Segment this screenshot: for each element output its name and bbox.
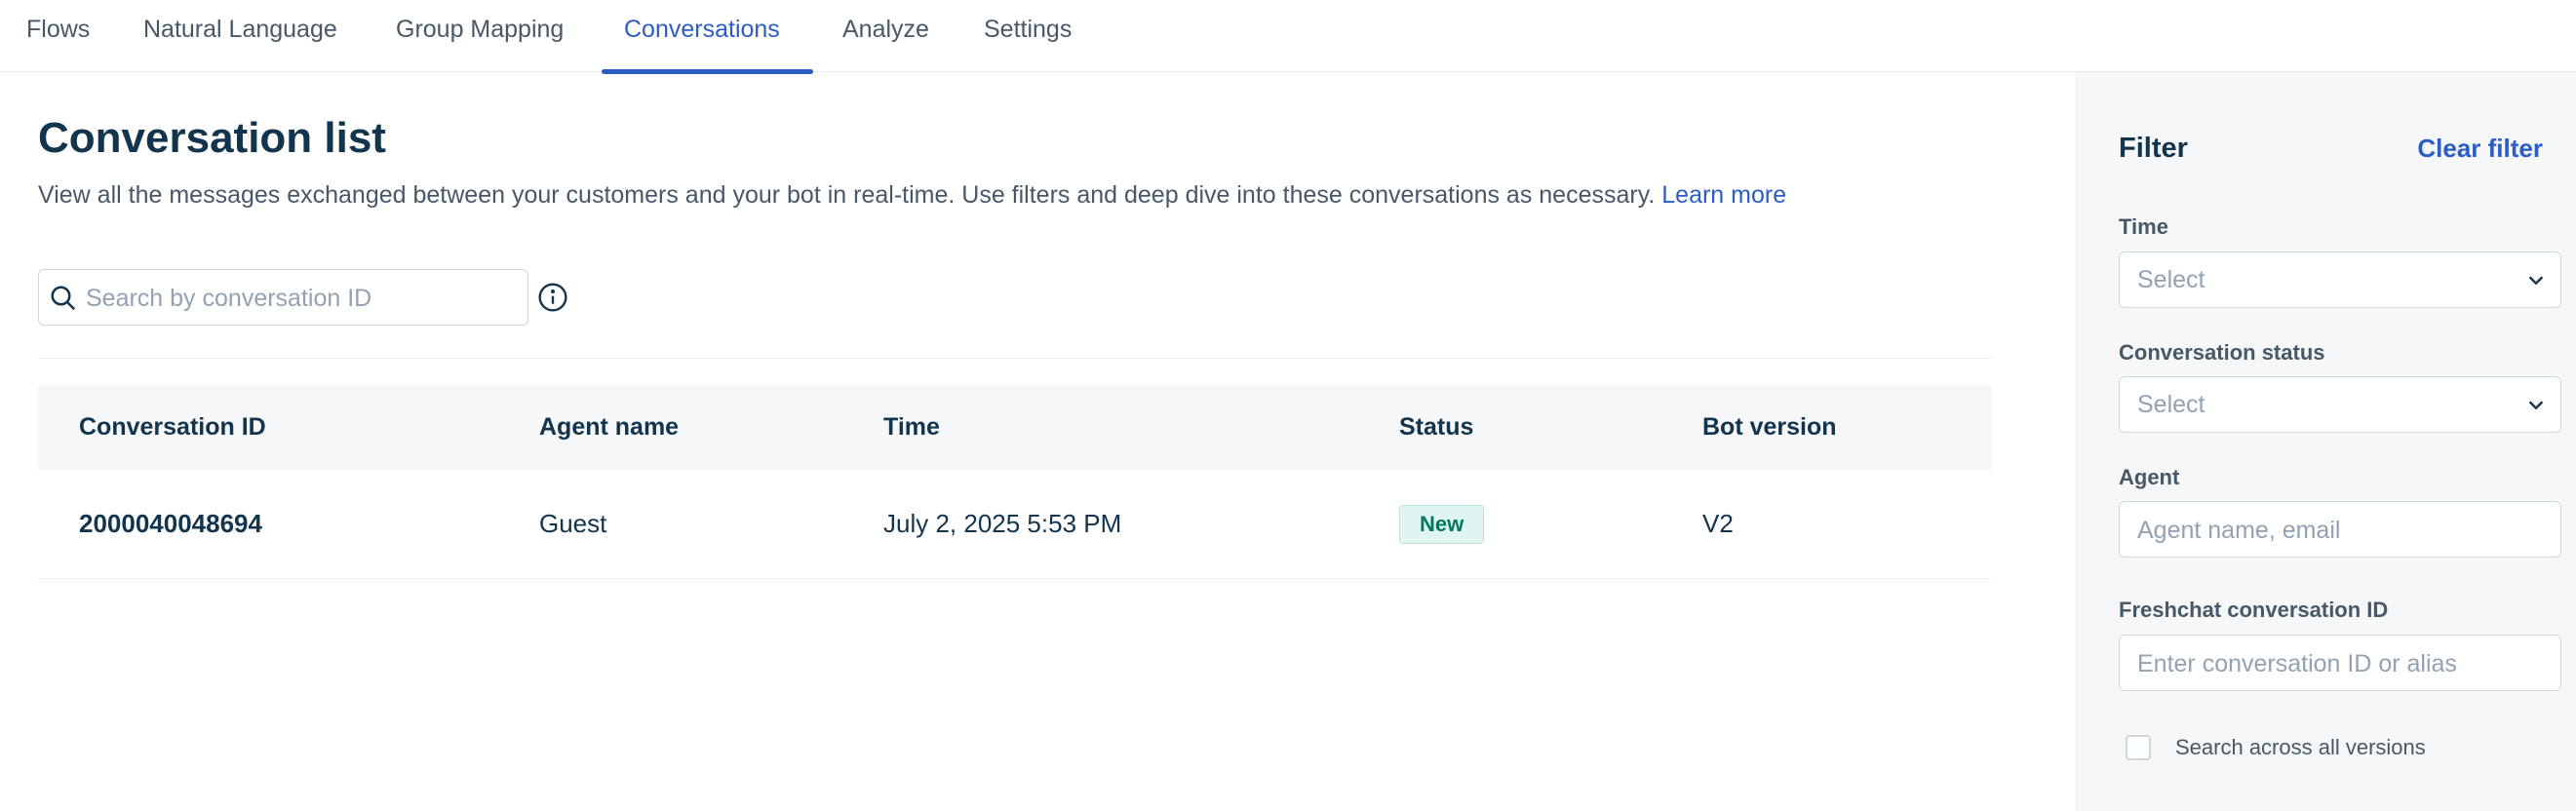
description-text: View all the messages exchanged between …: [38, 181, 1656, 209]
clear-filter-button[interactable]: Clear filter: [2417, 129, 2543, 168]
chevron-down-icon: [2528, 276, 2544, 286]
filter-panel: Filter Clear filter Time Select Conversa…: [2076, 72, 2576, 811]
page-description: View all the messages exchanged between …: [38, 179, 1786, 211]
column-header-agent-name[interactable]: Agent name: [539, 385, 679, 470]
agent-filter-label: Agent: [2119, 465, 2180, 489]
column-header-bot-version[interactable]: Bot version: [1702, 385, 1837, 470]
conversation-table: Conversation ID Agent name Time Status B…: [38, 385, 1992, 579]
column-header-conversation-id[interactable]: Conversation ID: [79, 385, 266, 470]
all-versions-checkbox[interactable]: [2126, 735, 2151, 760]
time-filter-select[interactable]: Select: [2119, 251, 2561, 308]
freshchat-id-field[interactable]: [2119, 635, 2561, 691]
time-filter-label: Time: [2119, 214, 2168, 239]
agent-filter-field[interactable]: [2119, 501, 2561, 558]
agent-name-cell: Guest: [539, 509, 607, 538]
search-icon: [51, 286, 76, 311]
learn-more-link[interactable]: Learn more: [1661, 181, 1786, 209]
divider: [38, 358, 1992, 359]
all-versions-label[interactable]: Search across all versions: [2175, 733, 2426, 762]
search-input[interactable]: [84, 276, 517, 321]
tab-natural-language[interactable]: Natural Language: [143, 0, 337, 72]
bot-version-cell: V2: [1702, 509, 1734, 538]
tab-group-mapping[interactable]: Group Mapping: [396, 0, 564, 72]
chevron-down-icon: [2528, 401, 2544, 410]
freshchat-id-input[interactable]: [2135, 641, 2549, 686]
status-badge: New: [1399, 505, 1485, 544]
filter-title: Filter: [2119, 133, 2188, 164]
info-icon[interactable]: [537, 282, 568, 313]
tab-analyze[interactable]: Analyze: [842, 0, 929, 72]
agent-filter-input[interactable]: [2135, 508, 2549, 553]
status-filter-label: Conversation status: [2119, 340, 2325, 365]
conversation-search[interactable]: [38, 269, 528, 326]
table-header: Conversation ID Agent name Time Status B…: [38, 385, 1992, 470]
freshchat-id-label: Freshchat conversation ID: [2119, 598, 2389, 622]
tab-conversations[interactable]: Conversations: [624, 0, 780, 72]
active-tab-indicator: [602, 69, 813, 74]
tab-flows[interactable]: Flows: [26, 0, 90, 72]
table-row[interactable]: 2000040048694 Guest July 2, 2025 5:53 PM…: [38, 470, 1992, 579]
conversation-id-cell[interactable]: 2000040048694: [79, 470, 262, 578]
time-filter-value: Select: [2137, 266, 2205, 293]
top-nav: Flows Natural Language Group Mapping Con…: [0, 0, 2576, 74]
time-cell: July 2, 2025 5:53 PM: [883, 509, 1122, 538]
status-filter-value: Select: [2137, 391, 2205, 418]
status-filter-select[interactable]: Select: [2119, 376, 2561, 433]
column-header-status[interactable]: Status: [1399, 385, 1473, 470]
page-title: Conversation list: [38, 114, 386, 162]
column-header-time[interactable]: Time: [883, 385, 940, 470]
tab-settings[interactable]: Settings: [984, 0, 1072, 72]
